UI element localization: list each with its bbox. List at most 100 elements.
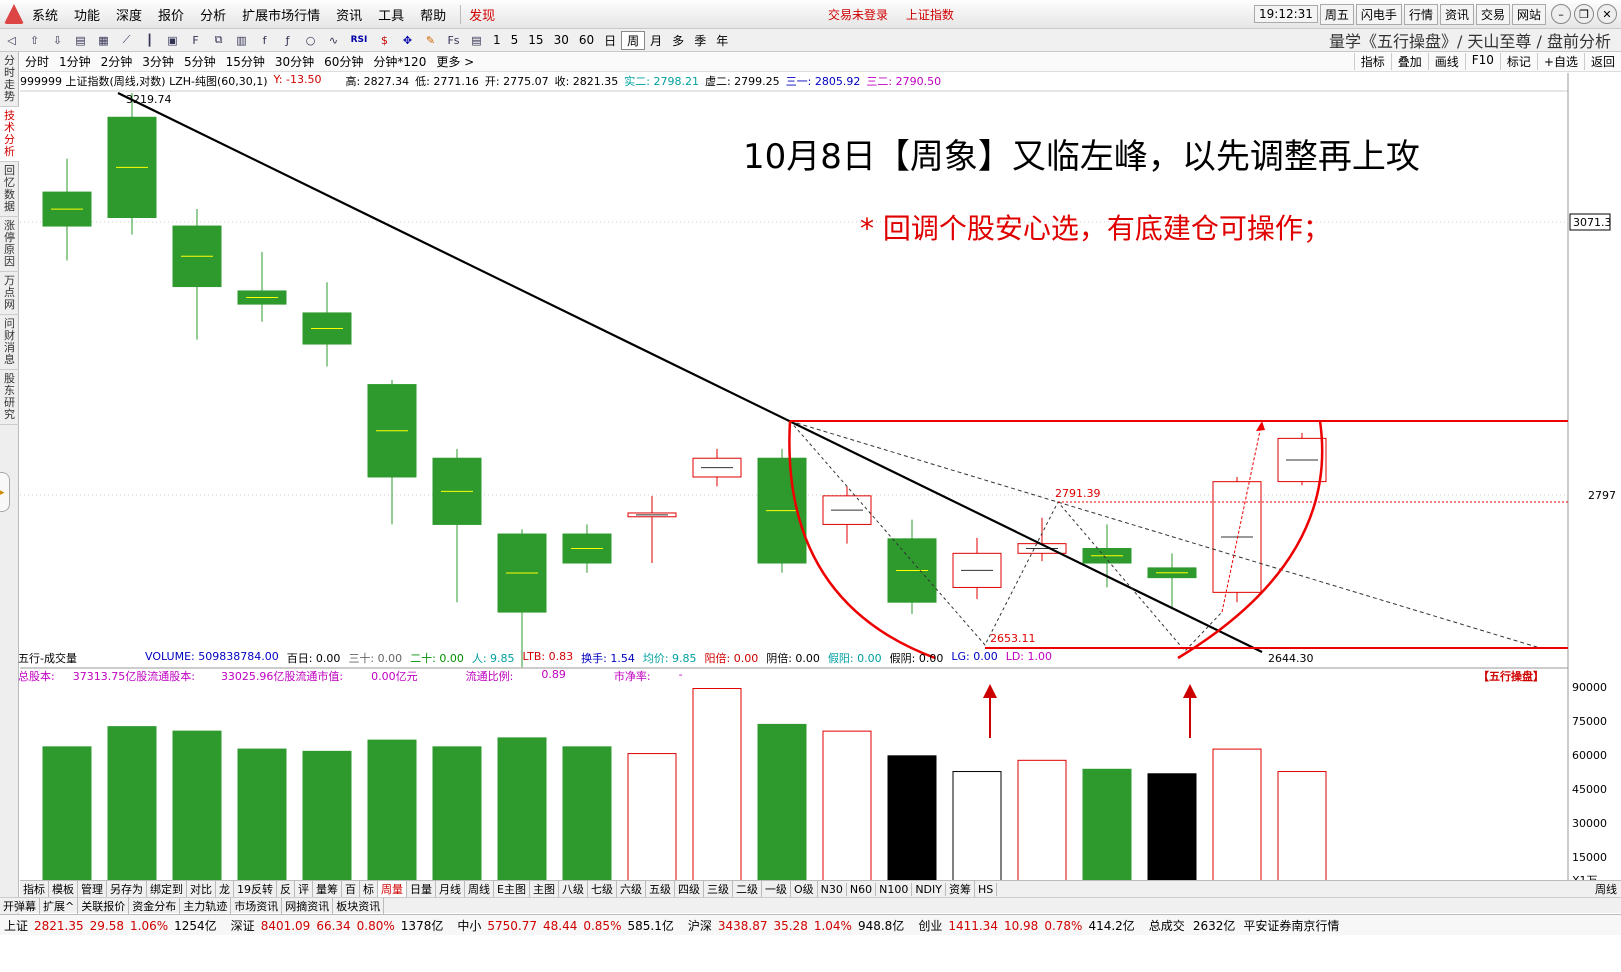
kline-chart[interactable]: 10月8日【周象】又临左峰，以先调整再上攻 * 回调个股安心选，有底建仓可操作；…	[0, 0, 1621, 972]
down-icon[interactable]: ⇩	[48, 32, 67, 49]
menu-extended-market[interactable]: 扩展市场行情	[234, 5, 328, 24]
formula-tab-26[interactable]: 一级	[762, 881, 791, 897]
formula-tab-7[interactable]: 19反转	[234, 881, 277, 897]
page-icon[interactable]: ▤	[71, 32, 90, 49]
website-button[interactable]: 网站	[1511, 3, 1546, 25]
ticker-item-4[interactable]: 创业 1411.34 10.98 0.78% 414.2亿	[914, 917, 1144, 934]
period-year[interactable]: 年	[711, 32, 733, 49]
return-button[interactable]: 返回	[1583, 53, 1621, 70]
nav-holders[interactable]: 股东研究	[0, 370, 19, 425]
formula-tab-32[interactable]: 资筹	[946, 881, 975, 897]
app-logo-icon[interactable]	[4, 4, 24, 24]
ticker-item-3[interactable]: 沪深 3438.87 35.28 1.04% 948.8亿	[684, 917, 914, 934]
pen-icon[interactable]: ✎	[421, 32, 440, 49]
back-icon[interactable]: ◁	[2, 32, 21, 49]
market-button[interactable]: 行情	[1403, 3, 1438, 25]
nav-limitup[interactable]: 涨停原因	[0, 217, 19, 272]
formula-tab-3[interactable]: 另存为	[107, 881, 147, 897]
period-1[interactable]: 1	[488, 33, 506, 47]
nav-technical[interactable]: 技术分析	[0, 107, 19, 162]
formula-tab-14[interactable]: 日量	[407, 881, 436, 897]
f10-icon[interactable]: F	[186, 32, 205, 49]
menu-depth[interactable]: 深度	[108, 5, 150, 24]
period-60min[interactable]: 60分钟	[319, 53, 368, 70]
move-icon[interactable]: ✥	[398, 32, 417, 49]
quote-list-icon[interactable]: ▤	[467, 32, 486, 49]
formula-tab-33[interactable]: HS	[975, 882, 998, 896]
fs-icon[interactable]: Fs	[444, 32, 463, 49]
formula-tab-11[interactable]: 百	[342, 881, 360, 897]
nav-wencai[interactable]: 问财消息	[0, 315, 19, 370]
trade-login-status[interactable]: 交易未登录	[828, 8, 888, 22]
info-tab-6[interactable]: 网摘资讯	[282, 897, 334, 914]
nav-review[interactable]: 回忆数据	[0, 162, 19, 217]
formula-tab-23[interactable]: 四级	[675, 881, 704, 897]
ticker-item-0[interactable]: 上证 2821.35 29.58 1.06% 1254亿	[0, 917, 227, 934]
formula-tab-27[interactable]: O级	[791, 881, 818, 897]
flash-trade-button[interactable]: 闪电手	[1355, 3, 1402, 25]
circle-icon[interactable]: ○	[301, 32, 320, 49]
formula-tab-31[interactable]: NDIY	[912, 882, 946, 896]
ticker-item-2[interactable]: 中小 5750.77 48.44 0.85% 585.1亿	[453, 917, 683, 934]
formula-tab-28[interactable]: N30	[818, 882, 847, 896]
nav-intraday[interactable]: 分时走势	[0, 52, 19, 107]
period-intraday[interactable]: 分时	[20, 53, 54, 70]
menu-news[interactable]: 资讯	[328, 5, 370, 24]
menu-discover[interactable]: 发现	[460, 4, 503, 24]
add-watchlist-button[interactable]: +自选	[1536, 53, 1584, 70]
fn-icon[interactable]: ƒ	[278, 32, 297, 49]
rsi-icon[interactable]: RSI	[347, 32, 371, 49]
period-multi[interactable]: 多	[667, 32, 689, 49]
period-5[interactable]: 5	[506, 33, 524, 47]
menu-function[interactable]: 功能	[66, 5, 108, 24]
formula-tab-8[interactable]: 反	[277, 881, 295, 897]
formula-tab-18[interactable]: 主图	[530, 881, 559, 897]
formula-tab-12[interactable]: 标	[360, 881, 378, 897]
menu-analysis[interactable]: 分析	[192, 5, 234, 24]
draw-button[interactable]: 画线	[1427, 53, 1465, 70]
formula-tab-4[interactable]: 绑定到	[147, 881, 187, 897]
formula-tab-16[interactable]: 周线	[465, 881, 494, 897]
formula-tab-10[interactable]: 量筹	[313, 881, 342, 897]
indicator-button[interactable]: 指标	[1353, 53, 1391, 70]
news-button[interactable]: 资讯	[1439, 3, 1474, 25]
line-chart-icon[interactable]: ⟋	[117, 32, 136, 49]
menu-help[interactable]: 帮助	[412, 5, 454, 24]
wave-icon[interactable]: ∿	[324, 32, 343, 49]
close-icon[interactable]: ✕	[1597, 4, 1617, 24]
restore-icon[interactable]: ❐	[1574, 4, 1594, 24]
formula-tab-25[interactable]: 二级	[733, 881, 762, 897]
period-quarter[interactable]: 季	[689, 32, 711, 49]
calc-icon[interactable]: ▥	[232, 32, 251, 49]
formula-tab-15[interactable]: 月线	[436, 881, 465, 897]
period-day[interactable]: 日	[599, 32, 621, 49]
formula-tab-24[interactable]: 三级	[704, 881, 733, 897]
fiz-icon[interactable]: f	[255, 32, 274, 49]
formula-tab-22[interactable]: 五级	[646, 881, 675, 897]
period-5min[interactable]: 5分钟	[179, 53, 221, 70]
f10-button[interactable]: F10	[1464, 53, 1500, 70]
info-tab-2[interactable]: 关联报价	[78, 897, 130, 914]
formula-tab-17[interactable]: E主图	[494, 881, 530, 897]
period-120min[interactable]: 分钟*120	[368, 53, 431, 70]
period-2min[interactable]: 2分钟	[96, 53, 138, 70]
formula-tab-30[interactable]: N100	[876, 882, 913, 896]
menu-system[interactable]: 系统	[24, 5, 66, 24]
formula-tab-21[interactable]: 六级	[617, 881, 646, 897]
grid-icon[interactable]: ▦	[94, 32, 113, 49]
period-60[interactable]: 60	[574, 33, 599, 47]
formula-tab-20[interactable]: 七级	[588, 881, 617, 897]
menu-quote[interactable]: 报价	[150, 5, 192, 24]
info-tab-4[interactable]: 主力轨迹	[180, 897, 232, 914]
minimize-icon[interactable]: –	[1551, 4, 1571, 24]
formula-tab-29[interactable]: N60	[847, 882, 877, 896]
period-30[interactable]: 30	[549, 33, 574, 47]
up-icon[interactable]: ⇧	[25, 32, 44, 49]
period-3min[interactable]: 3分钟	[137, 53, 179, 70]
period-15min[interactable]: 15分钟	[221, 53, 270, 70]
formula-tab-6[interactable]: 龙	[216, 881, 234, 897]
info-tab-1[interactable]: 扩展^	[40, 897, 79, 914]
dollar-icon[interactable]: $	[375, 32, 394, 49]
nav-wandian[interactable]: 万点网	[0, 272, 19, 315]
info-tab-7[interactable]: 板块资讯	[333, 897, 385, 914]
